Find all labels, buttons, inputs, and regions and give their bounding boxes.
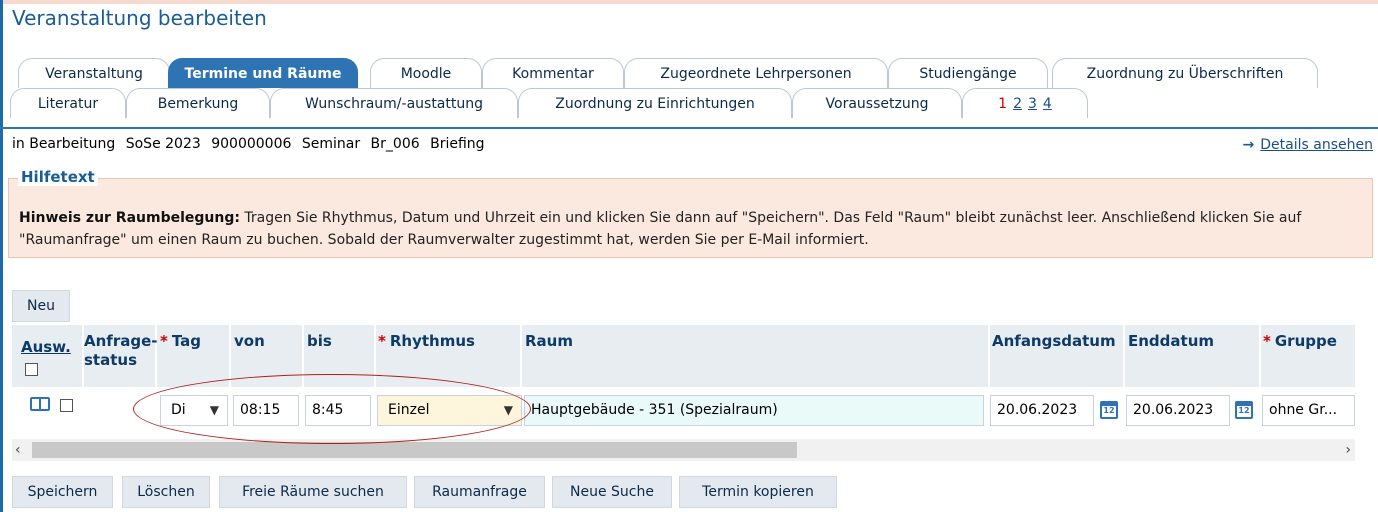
tab-label: Wunschraum/-austattung — [305, 96, 483, 112]
tab-label: Studiengänge — [919, 66, 1017, 82]
col-header-rhythm-label: Rhythmus — [389, 332, 475, 350]
page-1-link[interactable]: 1 — [998, 96, 1007, 112]
tab-pagination: 1234 — [962, 88, 1088, 118]
select-all-checkbox[interactable] — [25, 363, 38, 376]
left-accent-bar — [0, 0, 3, 512]
event-status-line: in Bearbeitung SoSe 2023 900000006 Semin… — [12, 136, 491, 152]
status-type: Seminar — [301, 136, 361, 152]
tab-termine-und-raeume[interactable]: Termine und Räume — [168, 58, 358, 88]
row-select-checkbox[interactable] — [60, 399, 73, 412]
calendar-icon[interactable]: 12 — [1235, 401, 1253, 419]
tab-label: Termine und Räume — [184, 66, 342, 82]
start-date-input[interactable]: 20.06.2023 — [990, 395, 1094, 426]
tab-zuordnung-zu-einrichtungen[interactable]: Zuordnung zu Einrichtungen — [518, 88, 792, 118]
col-header-request-status: Anfrage- status — [84, 332, 157, 370]
status-title: Briefing — [430, 136, 485, 152]
start-date-value: 20.06.2023 — [997, 402, 1078, 418]
col-separator — [229, 325, 231, 387]
col-header-from: von — [234, 332, 265, 350]
col-separator — [1259, 325, 1261, 387]
tab-label: Zuordnung zu Überschriften — [1086, 66, 1284, 82]
annotation-ellipse — [133, 374, 531, 444]
col-header-group-label: Gruppe — [1274, 332, 1337, 350]
room-value: Hauptgebäude - 351 (Spezialraum) — [531, 402, 778, 418]
calendar-icon[interactable]: 12 — [1100, 401, 1118, 419]
tab-veranstaltung[interactable]: Veranstaltung — [18, 58, 170, 88]
scroll-left-icon[interactable]: ‹ — [15, 439, 21, 461]
col-header-end-date: Enddatum — [1128, 332, 1215, 350]
col-header-start-date: Anfangsdatum — [992, 332, 1116, 350]
book-icon[interactable] — [30, 397, 50, 411]
end-date-value: 20.06.2023 — [1133, 402, 1214, 418]
tab-label: Literatur — [37, 96, 99, 112]
end-date-input[interactable]: 20.06.2023 — [1126, 395, 1230, 426]
details-link-label: Details ansehen — [1260, 137, 1373, 153]
scroll-right-icon[interactable]: › — [1345, 439, 1351, 461]
help-box: Hinweis zur Raumbelegung: Tragen Sie Rhy… — [8, 178, 1373, 258]
free-rooms-button[interactable]: Freie Räume suchen — [219, 476, 407, 508]
tab-voraussetzung[interactable]: Voraussetzung — [792, 88, 962, 118]
page-3-link[interactable]: 3 — [1028, 96, 1037, 112]
page-4-link[interactable]: 4 — [1043, 96, 1052, 112]
tab-moodle[interactable]: Moodle — [370, 58, 482, 88]
col-header-day: * Tag — [160, 332, 201, 351]
tab-kommentar[interactable]: Kommentar — [482, 58, 624, 88]
top-strip — [0, 0, 1378, 4]
col-separator — [1123, 325, 1125, 387]
col-header-group: * Gruppe — [1263, 332, 1337, 351]
tab-bemerkung[interactable]: Bemerkung — [126, 88, 270, 118]
tab-label: Voraussetzung — [825, 96, 929, 112]
tab-label: Moodle — [400, 66, 452, 82]
scrollbar-thumb[interactable] — [32, 442, 797, 458]
status-semester: SoSe 2023 — [125, 136, 201, 152]
group-select-value: ohne Gr... — [1269, 402, 1338, 418]
tab-literatur[interactable]: Literatur — [10, 88, 126, 118]
col-header-select[interactable]: Ausw. — [21, 338, 71, 357]
tab-zuordnung-zu-ueberschriften[interactable]: Zuordnung zu Überschriften — [1052, 58, 1318, 88]
required-mark: * — [1263, 332, 1271, 350]
col-header-request-status-1: Anfrage- — [84, 332, 158, 350]
required-mark: * — [378, 332, 386, 350]
save-button[interactable]: Speichern — [12, 476, 113, 508]
room-field[interactable]: Hauptgebäude - 351 (Spezialraum) — [524, 395, 984, 426]
tab-label: Zuordnung zu Einrichtungen — [555, 96, 755, 112]
arrow-right-icon: → — [1242, 137, 1255, 153]
new-button[interactable]: Neu — [12, 290, 70, 322]
group-select[interactable]: ohne Gr... — [1262, 395, 1355, 426]
help-legend: Hilfetext — [18, 168, 98, 186]
tab-label: Bemerkung — [157, 96, 239, 112]
horizontal-scrollbar[interactable]: ‹ › — [12, 439, 1355, 461]
status-state: in Bearbeitung — [12, 136, 116, 152]
status-number: 900000006 — [211, 136, 292, 152]
col-separator — [988, 325, 990, 387]
help-text-bold: Hinweis zur Raumbelegung: — [19, 210, 240, 226]
required-mark: * — [160, 332, 168, 350]
tab-label: Veranstaltung — [45, 66, 143, 82]
room-request-button[interactable]: Raumanfrage — [414, 476, 545, 508]
tab-label: Kommentar — [512, 66, 594, 82]
copy-date-button[interactable]: Termin kopieren — [679, 476, 837, 508]
page-2-link[interactable]: 2 — [1013, 96, 1022, 112]
delete-button[interactable]: Löschen — [122, 476, 210, 508]
page-title: Veranstaltung bearbeiten — [12, 6, 267, 30]
tab-underline — [0, 127, 1378, 129]
grid-header: Ausw. Anfrage- status * Tag von bis * Rhyt… — [12, 325, 1355, 387]
details-link[interactable]: → Details ansehen — [1243, 137, 1373, 153]
col-header-rhythm: * Rhythmus — [378, 332, 475, 351]
tab-zugeordnete-lehrpersonen[interactable]: Zugeordnete Lehrpersonen — [624, 58, 888, 88]
col-header-day-label: Tag — [171, 332, 202, 350]
tab-label: Zugeordnete Lehrpersonen — [660, 66, 852, 82]
new-search-button[interactable]: Neue Suche — [552, 476, 672, 508]
tab-wunschraum-austattung[interactable]: Wunschraum/-austattung — [270, 88, 518, 118]
col-header-room: Raum — [525, 332, 573, 350]
col-header-to: bis — [307, 332, 332, 350]
help-text: Hinweis zur Raumbelegung: Tragen Sie Rhy… — [19, 207, 1364, 251]
col-header-request-status-2: status — [84, 351, 137, 369]
status-code: Br_006 — [370, 136, 420, 152]
col-separator — [520, 325, 522, 387]
tab-studiengaenge[interactable]: Studiengänge — [888, 58, 1048, 88]
